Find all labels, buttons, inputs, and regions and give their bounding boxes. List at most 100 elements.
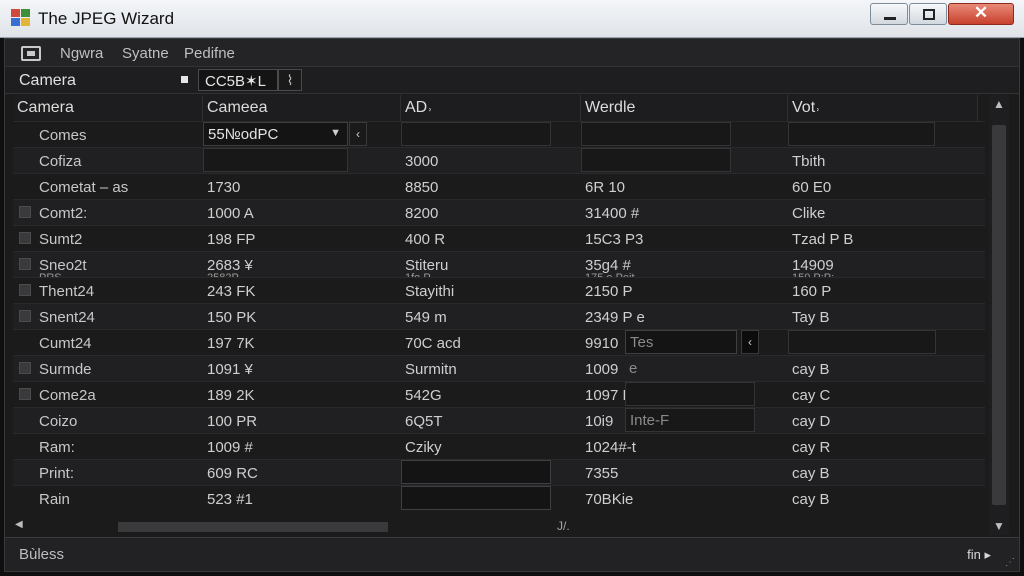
column-header-2[interactable]: AD˒ bbox=[401, 95, 581, 121]
cell-editor[interactable]: Tes bbox=[625, 330, 737, 354]
table-cell: cay B bbox=[788, 460, 978, 486]
cell-text: Come2a bbox=[39, 387, 96, 404]
chevron-left-icon[interactable]: ‹ bbox=[741, 330, 759, 354]
cell-editor[interactable] bbox=[788, 122, 935, 146]
table-row[interactable]: Sumt2 198 FP 400 R 15C3 P3 Tzad P B bbox=[13, 225, 985, 251]
cell-editor[interactable] bbox=[625, 382, 755, 406]
chevron-left-icon[interactable]: ‹ bbox=[349, 122, 367, 146]
scroll-left-icon[interactable]: ◀ bbox=[15, 519, 23, 530]
pin-icon[interactable] bbox=[181, 76, 188, 83]
table-cell: cay R bbox=[788, 434, 978, 460]
cell-text: Cometat – as bbox=[39, 179, 129, 196]
cell-editor[interactable] bbox=[581, 122, 731, 146]
cell-text: 9910 bbox=[585, 335, 619, 352]
menu-item-2[interactable]: Syatne bbox=[122, 45, 169, 62]
cell-text: Thent24 bbox=[39, 283, 95, 300]
cell-text: cay B bbox=[792, 361, 830, 378]
horizontal-scrollbar[interactable]: ◀ J/. bbox=[13, 519, 985, 535]
scroll-down-icon[interactable]: ▼ bbox=[989, 519, 1009, 533]
maximize-button[interactable] bbox=[909, 3, 947, 25]
table-row[interactable]: Comt2: 1000 A 8200 31400 # Clike bbox=[13, 199, 985, 225]
table-cell: 6Q5T bbox=[401, 408, 581, 434]
status-right[interactable]: fin ▸ bbox=[967, 547, 991, 563]
cell-editor[interactable] bbox=[401, 460, 551, 484]
table-cell: 8850 bbox=[401, 174, 581, 200]
cell-editor[interactable]: Inte-F bbox=[625, 408, 755, 432]
table-cell: 1024#-t bbox=[581, 434, 788, 460]
vertical-scrollbar[interactable]: ▲ ▼ bbox=[989, 95, 1009, 535]
horizontal-scroll-thumb[interactable] bbox=[118, 522, 388, 532]
toolbar-button[interactable]: ⌇ bbox=[278, 69, 302, 91]
table-row[interactable]: Surmde 1091 ¥ Surmitn 1009 cay B bbox=[13, 355, 985, 381]
editor-text: e bbox=[629, 360, 638, 377]
cell-text: 400 R bbox=[405, 231, 446, 248]
column-header-3[interactable]: Werdle bbox=[581, 95, 788, 121]
column-header-4[interactable]: Vot˒ bbox=[788, 95, 978, 121]
cell-text: Clike bbox=[792, 205, 826, 222]
table-cell: 189 2K bbox=[203, 382, 401, 408]
table-cell: 7355 bbox=[581, 460, 788, 486]
table-row[interactable]: Snent24 150 PK 549 m 2349 P e Tay B bbox=[13, 303, 985, 329]
cell-text: Print: bbox=[39, 465, 75, 482]
cell-text: 198 FP bbox=[207, 231, 256, 248]
cell-text: 8850 bbox=[405, 179, 439, 196]
minimize-icon bbox=[884, 17, 896, 20]
cell-text: 549 m bbox=[405, 309, 447, 326]
table-row[interactable]: Cometat – as 1730 8850 6R 10 60 E0 bbox=[13, 173, 985, 199]
table-cell: Coizo bbox=[18, 408, 208, 434]
menu-item-3[interactable]: Pedifne bbox=[184, 45, 235, 62]
cell-text: 609 RC bbox=[207, 465, 258, 482]
cell-text: 100 PR bbox=[207, 413, 258, 430]
table-row[interactable]: Thent24 243 FK Stayithi 2150 P 160 P bbox=[13, 277, 985, 303]
cell-text: 1009 bbox=[585, 361, 619, 378]
table-cell: Ram: bbox=[18, 434, 208, 460]
resize-grip-icon[interactable]: ⋰ bbox=[1005, 557, 1015, 568]
cell-text: 70C acd bbox=[405, 335, 461, 352]
cell-text: Cziky bbox=[405, 439, 442, 456]
cell-editor[interactable] bbox=[788, 330, 936, 354]
vertical-scroll-thumb[interactable] bbox=[992, 125, 1006, 505]
cell-text: 15C3 P3 bbox=[585, 231, 644, 248]
table-row[interactable]: Coizo 100 PR 6Q5T 10i9 cay D bbox=[13, 407, 985, 433]
minimize-button[interactable] bbox=[870, 3, 908, 25]
scroll-up-icon[interactable]: ▲ bbox=[989, 97, 1009, 111]
table-cell: 1009 # bbox=[203, 434, 401, 460]
toolbar-field[interactable]: CC5B✶L bbox=[198, 69, 278, 91]
menu-item-1[interactable]: Ngwra bbox=[60, 45, 103, 62]
camera-dropdown[interactable]: 55№odPC ▼ bbox=[203, 122, 348, 146]
menu-screen-icon[interactable] bbox=[21, 46, 41, 61]
table-cell: Tay B bbox=[788, 304, 978, 330]
cell-text: 1009 # bbox=[207, 439, 253, 456]
table-cell: Stayithi bbox=[401, 278, 581, 304]
column-header-1[interactable]: Cameea bbox=[203, 95, 401, 121]
cell-editor[interactable] bbox=[401, 486, 551, 510]
table-cell: Stiteru 1fo P bbox=[401, 252, 581, 278]
table-cell: 1000 A bbox=[203, 200, 401, 226]
cell-text: 2150 P bbox=[585, 283, 633, 300]
table-row[interactable]: Come2a 189 2K 542G 1097 Rcay C bbox=[13, 381, 985, 407]
table-cell: 8200 bbox=[401, 200, 581, 226]
table-row[interactable]: Cofiza2/i92513000960paddTbith bbox=[13, 147, 985, 173]
close-button[interactable]: ✕ bbox=[948, 3, 1014, 25]
cell-editor[interactable] bbox=[401, 122, 551, 146]
table-cell: Cometat – as bbox=[18, 174, 208, 200]
cell-text: 189 2K bbox=[207, 387, 255, 404]
cell-editor[interactable] bbox=[203, 148, 348, 172]
table-cell: Surmitn bbox=[401, 356, 581, 382]
editor-text: Tes bbox=[630, 334, 654, 351]
table-cell: 1009 bbox=[581, 356, 788, 382]
cell-text: Snent24 bbox=[39, 309, 95, 326]
table-cell: 6R 10 bbox=[581, 174, 788, 200]
cell-text: 542G bbox=[405, 387, 442, 404]
table-row[interactable]: Ram: 1009 # Cziky 1024#-t cay R bbox=[13, 433, 985, 459]
dropdown-arrow-icon: ▼ bbox=[330, 127, 341, 139]
window-title: The JPEG Wizard bbox=[38, 9, 175, 28]
table-row[interactable]: Sneo2t PRS 2683 ¥2582P Stiteru 1fo P 35g4 #17… bbox=[13, 251, 985, 278]
cell-text: 243 FK bbox=[207, 283, 256, 300]
menu-bar: Ngwra Syatne Pedifne bbox=[5, 39, 1019, 67]
column-header-0[interactable]: Camera bbox=[13, 95, 203, 121]
cell-editor[interactable] bbox=[581, 148, 731, 172]
table-cell: 609 RC bbox=[203, 460, 401, 486]
cell-text: Cumt24 bbox=[39, 335, 92, 352]
table-cell: Snent24 bbox=[18, 304, 208, 330]
